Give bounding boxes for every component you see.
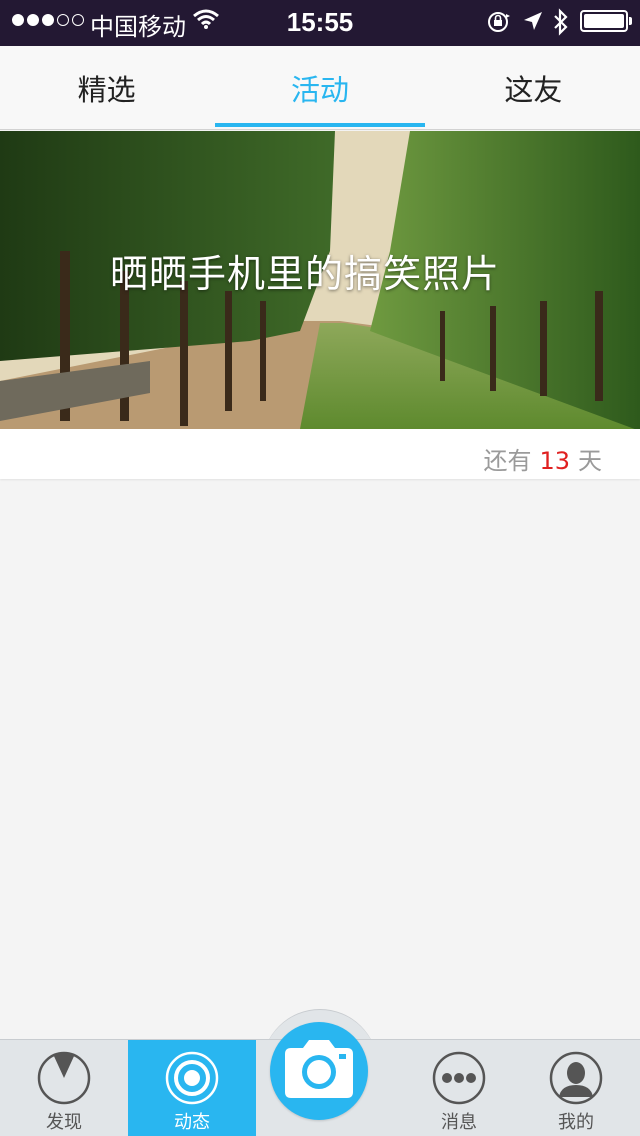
nav-messages-label: 消息 [441, 1112, 477, 1133]
tab-activities[interactable]: 活动 [213, 46, 426, 129]
clock: 15:55 [286, 7, 354, 37]
location-icon [524, 12, 542, 30]
avatar-icon [549, 1051, 603, 1105]
bluetooth-icon [554, 8, 568, 36]
top-tab-bar: 精选 活动 这友 [0, 46, 640, 130]
camera-button[interactable] [270, 1022, 368, 1120]
messages-icon [432, 1051, 486, 1105]
rotation-lock-icon [488, 12, 510, 32]
nav-me-label: 我的 [558, 1112, 594, 1133]
nav-discover[interactable]: 发现 [0, 1040, 128, 1136]
tab-friends[interactable]: 这友 [427, 46, 640, 129]
camera-icon [285, 1040, 353, 1098]
tab-featured[interactable]: 精选 [0, 46, 213, 129]
nav-messages[interactable]: 消息 [395, 1040, 523, 1136]
countdown: 还有 13 天 [483, 441, 602, 476]
compass-icon [37, 1051, 91, 1105]
nav-discover-label: 发现 [46, 1112, 82, 1133]
activity-banner-image[interactable]: 晒晒手机里的搞笑照片 [0, 131, 640, 429]
nav-me[interactable]: 我的 [512, 1040, 640, 1136]
days-left: 13 [539, 447, 570, 475]
battery-icon [580, 10, 632, 32]
activity-card[interactable]: 晒晒手机里的搞笑照片 还有 13 天 [0, 131, 640, 479]
status-bar: 中国移动 15:55 [0, 0, 640, 46]
nav-feed-label: 动态 [174, 1112, 210, 1133]
nav-feed[interactable]: 动态 [128, 1040, 256, 1136]
countdown-suffix: 天 [578, 447, 602, 475]
feed-icon [165, 1051, 219, 1105]
activity-title: 晒晒手机里的搞笑照片 [109, 252, 500, 296]
countdown-prefix: 还有 [483, 447, 532, 475]
